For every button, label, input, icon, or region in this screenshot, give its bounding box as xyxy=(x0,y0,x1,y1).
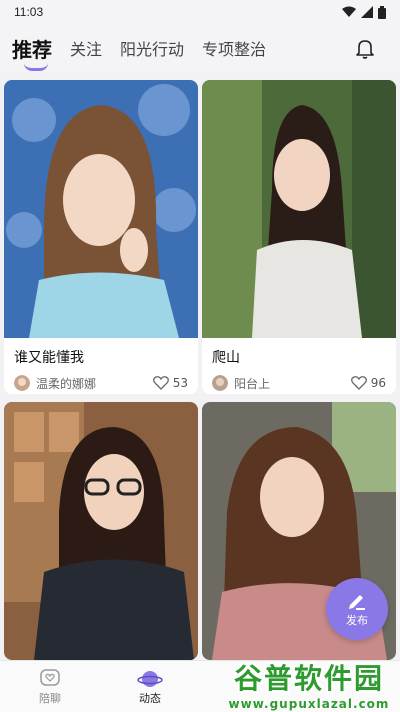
post-card[interactable] xyxy=(4,402,198,660)
status-icons xyxy=(342,5,386,19)
status-time: 11:03 xyxy=(14,5,44,19)
watermark-title: 谷普软件园 xyxy=(233,662,384,695)
post-card[interactable]: 谁又能懂我 温柔的娜娜 53 xyxy=(4,80,198,394)
bell-icon[interactable] xyxy=(354,37,376,59)
battery-icon xyxy=(378,5,386,19)
tab-special-rectification[interactable]: 专项整治 xyxy=(202,36,266,60)
publish-label: 发布 xyxy=(346,614,368,627)
avatar[interactable] xyxy=(212,375,228,391)
planet-icon xyxy=(137,670,163,687)
bottom-nav-chat-label: 陪聊 xyxy=(39,691,61,705)
post-title: 谁又能懂我 xyxy=(14,350,84,366)
tab-follow[interactable]: 关注 xyxy=(70,36,102,60)
tab-recommend[interactable]: 推荐 xyxy=(12,34,52,71)
like-button[interactable]: 53 xyxy=(152,376,188,390)
like-count: 96 xyxy=(370,376,386,390)
like-button[interactable]: 96 xyxy=(350,376,386,390)
bottom-nav-feed-label: 动态 xyxy=(139,691,161,705)
wifi-icon xyxy=(342,6,356,17)
heart-icon xyxy=(350,376,367,390)
edit-icon xyxy=(349,595,365,610)
post-title: 爬山 xyxy=(212,350,240,366)
top-nav: 推荐 关注 阳光行动 专项整治 xyxy=(0,24,400,72)
author-name[interactable]: 阳台上 xyxy=(234,375,270,392)
post-feed[interactable]: 谁又能懂我 温柔的娜娜 53 爬山 阳台上 96 xyxy=(0,72,400,660)
bottom-nav-feed[interactable]: 动态 xyxy=(100,661,200,712)
like-count: 53 xyxy=(172,376,188,390)
heart-icon xyxy=(152,376,169,390)
publish-button[interactable]: 发布 xyxy=(326,578,388,640)
signal-icon xyxy=(361,6,373,18)
post-photo[interactable] xyxy=(4,80,198,338)
post-photo[interactable] xyxy=(4,402,198,660)
active-tab-indicator xyxy=(24,63,48,71)
tab-special-rectification-label: 专项整治 xyxy=(202,40,267,59)
tab-recommend-label: 推荐 xyxy=(12,37,52,62)
post-card[interactable]: 爬山 阳台上 96 xyxy=(202,80,396,394)
watermark: 谷普软件园 www.gupuxlazal.com xyxy=(218,656,400,712)
status-bar: 11:03 xyxy=(0,0,400,24)
heart-chat-icon xyxy=(40,668,60,686)
tab-follow-label: 关注 xyxy=(70,40,103,59)
tab-sunshine-action-label: 阳光行动 xyxy=(120,40,185,59)
author-name[interactable]: 温柔的娜娜 xyxy=(36,375,96,392)
post-photo[interactable] xyxy=(202,80,396,338)
avatar[interactable] xyxy=(14,375,30,391)
watermark-url: www.gupuxlazal.com xyxy=(228,697,390,711)
tab-sunshine-action[interactable]: 阳光行动 xyxy=(120,36,184,60)
bottom-nav-chat[interactable]: 陪聊 xyxy=(0,661,100,712)
